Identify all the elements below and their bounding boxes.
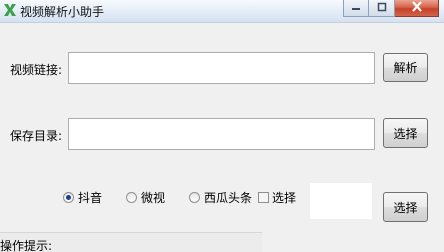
video-link-input[interactable] <box>68 52 375 84</box>
app-logo-icon <box>2 2 18 18</box>
close-button[interactable] <box>395 0 439 17</box>
video-link-label: 视频链接: <box>10 63 63 77</box>
maximize-icon <box>377 1 387 15</box>
radio-option-douyin[interactable]: 抖音 <box>63 189 102 206</box>
radio-option-xigua[interactable]: 西瓜头条 <box>189 189 252 206</box>
radio-button[interactable] <box>189 192 200 203</box>
radio-label: 微视 <box>141 191 166 205</box>
window-controls <box>343 0 439 18</box>
minimize-button[interactable] <box>343 0 369 17</box>
main-window: 视频解析小助手 视频链接: 解析 保存目录: 选择 抖音 微视 西瓜头条 选择 … <box>0 0 444 252</box>
radio-label: 西瓜头条 <box>204 191 253 205</box>
select-button[interactable]: 选择 <box>383 192 428 222</box>
save-dir-input[interactable] <box>68 118 375 150</box>
status-area: 操作提示: <box>0 232 262 252</box>
minimize-icon <box>351 1 361 15</box>
maximize-button[interactable] <box>369 0 395 17</box>
select-checkbox-option[interactable]: 选择 <box>258 189 296 206</box>
radio-button[interactable] <box>63 192 74 203</box>
close-icon <box>411 1 423 15</box>
radio-button[interactable] <box>126 192 137 203</box>
radio-option-weishi[interactable]: 微视 <box>126 189 165 206</box>
checkbox[interactable] <box>258 192 269 203</box>
radio-label: 抖音 <box>78 191 103 205</box>
window-title: 视频解析小助手 <box>20 5 105 19</box>
title-bar[interactable]: 视频解析小助手 <box>0 0 444 23</box>
checkbox-label: 选择 <box>272 191 297 205</box>
select-dir-button[interactable]: 选择 <box>383 118 428 148</box>
save-dir-label: 保存目录: <box>10 129 63 143</box>
status-label: 操作提示: <box>0 239 53 252</box>
parse-button[interactable]: 解析 <box>383 53 428 82</box>
blank-area <box>310 183 372 219</box>
